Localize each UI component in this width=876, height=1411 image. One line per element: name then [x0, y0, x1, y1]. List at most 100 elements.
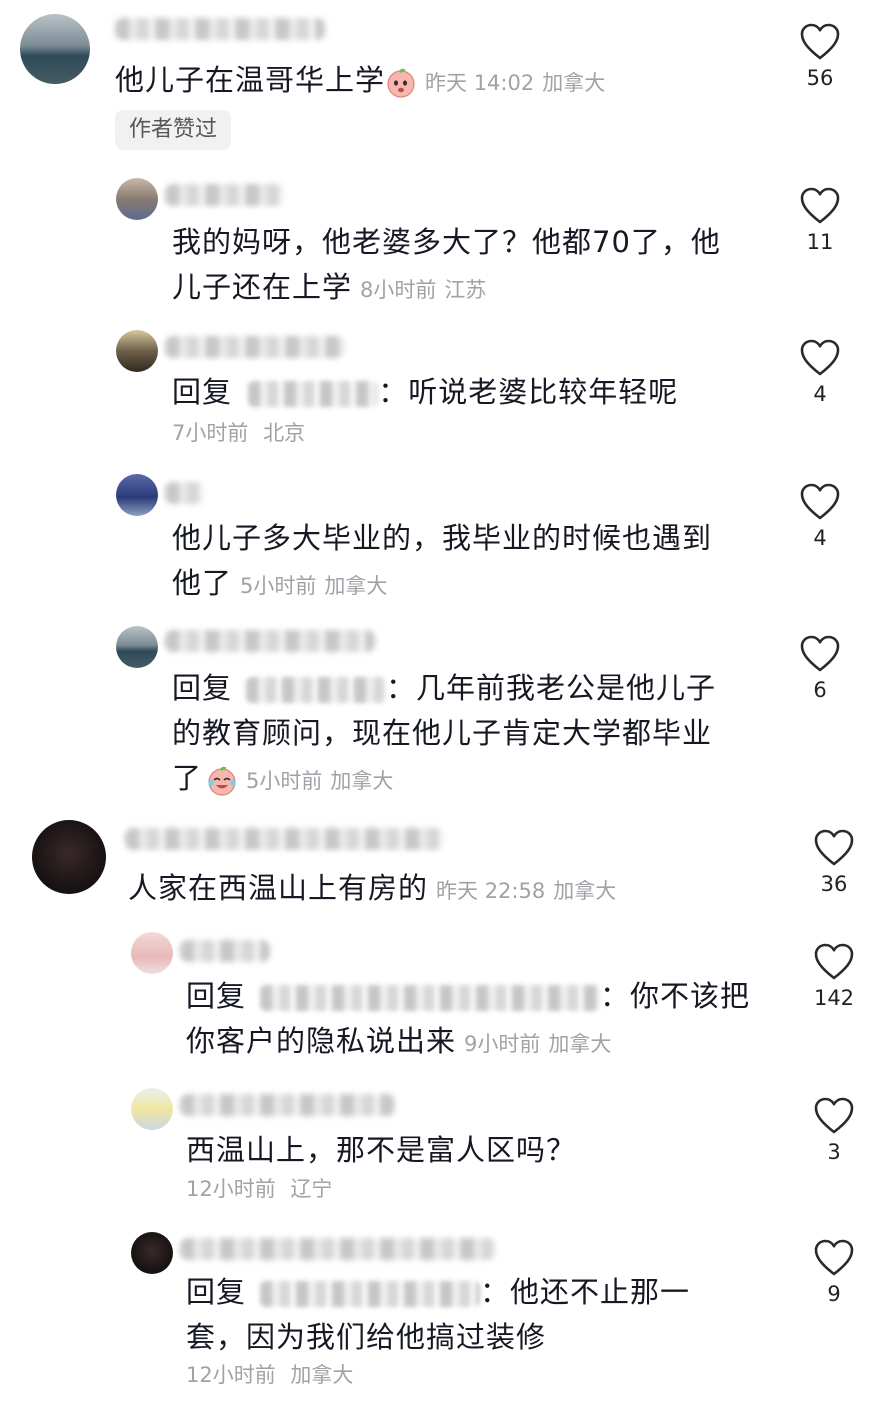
comment-time: 12小时前: [186, 1363, 276, 1387]
comment-location: 加拿大: [330, 769, 394, 793]
comment-meta: 7小时前 北京: [172, 418, 305, 448]
avatar[interactable]: [116, 330, 158, 372]
comment-text[interactable]: 人家在西温山上有房的 昨天 22:58 加拿大: [128, 866, 616, 914]
avatar[interactable]: [131, 1232, 173, 1274]
mentioned-user-blurred[interactable]: [260, 985, 601, 1011]
avatar[interactable]: [116, 178, 158, 220]
comment-time: 9小时前: [464, 1032, 541, 1056]
reply-prefix: 回复: [186, 1275, 247, 1309]
comment-time: 昨天 14:02: [425, 71, 535, 95]
heart-outline-icon: [814, 1097, 854, 1134]
comment-time: 12小时前: [186, 1177, 276, 1201]
comment-body-line: 他了: [172, 566, 233, 600]
avatar[interactable]: [20, 14, 90, 84]
username-blurred[interactable]: [125, 828, 445, 850]
heart-outline-icon: [814, 1239, 854, 1276]
avatar[interactable]: [131, 1088, 173, 1130]
comment-body-line: 的教育顾问，现在他儿子肯定大学都毕业: [172, 716, 713, 750]
like-count: 56: [806, 66, 834, 90]
like-count: 11: [806, 230, 834, 254]
avatar[interactable]: [32, 820, 106, 894]
comment-time: 7小时前: [172, 421, 249, 445]
comment-body: 西温山上，那不是富人区吗？: [186, 1133, 577, 1167]
comment-body: ：听说老婆比较年轻呢: [378, 375, 679, 409]
like-count: 4: [813, 382, 827, 406]
comment-body-line: 我的妈呀，他老婆多大了？他都70了，他: [172, 225, 721, 259]
author-liked-badge: 作者赞过: [115, 110, 232, 150]
like-count: 6: [813, 678, 827, 702]
comment-body-line: ：几年前我老公是他儿子: [386, 671, 717, 705]
heart-outline-icon: [800, 635, 840, 672]
avatar[interactable]: [116, 626, 158, 668]
comment-text[interactable]: 回复 ：几年前我老公是他儿子 的教育顾问，现在他儿子肯定大学都毕业 了 5小时前 加拿…: [172, 666, 716, 804]
mentioned-user-blurred[interactable]: [246, 677, 387, 703]
reply-prefix: 回复: [186, 979, 247, 1013]
like-button[interactable]: 11: [790, 186, 850, 254]
username-blurred[interactable]: [165, 184, 285, 206]
comment-time: 5小时前: [240, 574, 317, 598]
heart-outline-icon: [800, 187, 840, 224]
like-button[interactable]: 36: [804, 828, 864, 896]
reply-prefix: 回复: [172, 375, 233, 409]
like-button[interactable]: 3: [804, 1096, 864, 1164]
username-blurred[interactable]: [115, 18, 325, 40]
mentioned-user-blurred[interactable]: [260, 1281, 481, 1307]
comment-location: 加拿大: [542, 71, 606, 95]
comment-location: 辽宁: [290, 1177, 333, 1201]
avatar[interactable]: [116, 474, 158, 516]
like-button[interactable]: 9: [804, 1238, 864, 1306]
like-button[interactable]: 4: [790, 482, 850, 550]
peach-face-emoji: [387, 68, 415, 98]
like-count: 4: [813, 526, 827, 550]
username-blurred[interactable]: [165, 336, 345, 358]
comment-body-line: ：你不该把: [600, 979, 751, 1013]
like-button[interactable]: 4: [790, 338, 850, 406]
heart-outline-icon: [814, 829, 854, 866]
username-blurred[interactable]: [180, 940, 270, 962]
like-button[interactable]: 6: [790, 634, 850, 702]
username-blurred[interactable]: [180, 1238, 495, 1260]
heart-outline-icon: [800, 339, 840, 376]
like-count: 142: [813, 986, 855, 1010]
comment-time: 5小时前: [246, 769, 323, 793]
comment-body-line: 套，因为我们给他搞过装修: [186, 1320, 547, 1354]
comment-text[interactable]: 他儿子多大毕业的，我毕业的时候也遇到 他了 5小时前 加拿大: [172, 516, 712, 609]
comment-text[interactable]: 回复 ：你不该把 你客户的隐私说出来 9小时前 加拿大: [186, 974, 750, 1067]
username-blurred[interactable]: [180, 1094, 395, 1116]
comment-time: 8小时前: [360, 278, 437, 302]
comment-location: 加拿大: [324, 574, 388, 598]
mentioned-user-blurred[interactable]: [248, 381, 379, 407]
comment-body-line: ：他还不止那一: [480, 1275, 691, 1309]
comment-location: 加拿大: [290, 1363, 354, 1387]
comment-location: 北京: [263, 421, 306, 445]
comment-text[interactable]: 西温山上，那不是富人区吗？: [186, 1128, 576, 1173]
comment-text[interactable]: 回复 ：听说老婆比较年轻呢: [172, 370, 678, 415]
avatar[interactable]: [131, 932, 173, 974]
comment-body-line: 他儿子多大毕业的，我毕业的时候也遇到: [172, 521, 713, 555]
comment-body-line: 儿子还在上学: [172, 270, 353, 304]
username-blurred[interactable]: [165, 630, 375, 652]
username-blurred[interactable]: [165, 482, 205, 504]
comment-text[interactable]: 我的妈呀，他老婆多大了？他都70了，他 儿子还在上学 8小时前 江苏: [172, 220, 721, 313]
comment-body: 他儿子在温哥华上学: [115, 63, 386, 97]
heart-outline-icon: [800, 483, 840, 520]
comment-text[interactable]: 他儿子在温哥华上学 昨天 14:02 加拿大: [115, 58, 605, 106]
like-count: 9: [827, 1282, 841, 1306]
heart-outline-icon: [814, 943, 854, 980]
comment-text[interactable]: 回复 ：他还不止那一 套，因为我们给他搞过装修: [186, 1270, 690, 1360]
comment-location: 加拿大: [553, 879, 617, 903]
like-button[interactable]: 142: [804, 942, 864, 1010]
comment-location: 加拿大: [548, 1032, 612, 1056]
comment-body-line: 你客户的隐私说出来: [186, 1024, 457, 1058]
like-button[interactable]: 56: [790, 22, 850, 90]
comment-time: 昨天 22:58: [436, 879, 546, 903]
like-count: 36: [820, 872, 848, 896]
comment-body-line: 了: [172, 761, 203, 795]
crying-laughing-peach-emoji: [208, 766, 236, 796]
comment-body: 人家在西温山上有房的: [128, 871, 429, 905]
heart-outline-icon: [800, 23, 840, 60]
reply-prefix: 回复: [172, 671, 233, 705]
comment-location: 江苏: [444, 278, 487, 302]
comment-meta: 12小时前 加拿大: [186, 1360, 353, 1390]
like-count: 3: [827, 1140, 841, 1164]
